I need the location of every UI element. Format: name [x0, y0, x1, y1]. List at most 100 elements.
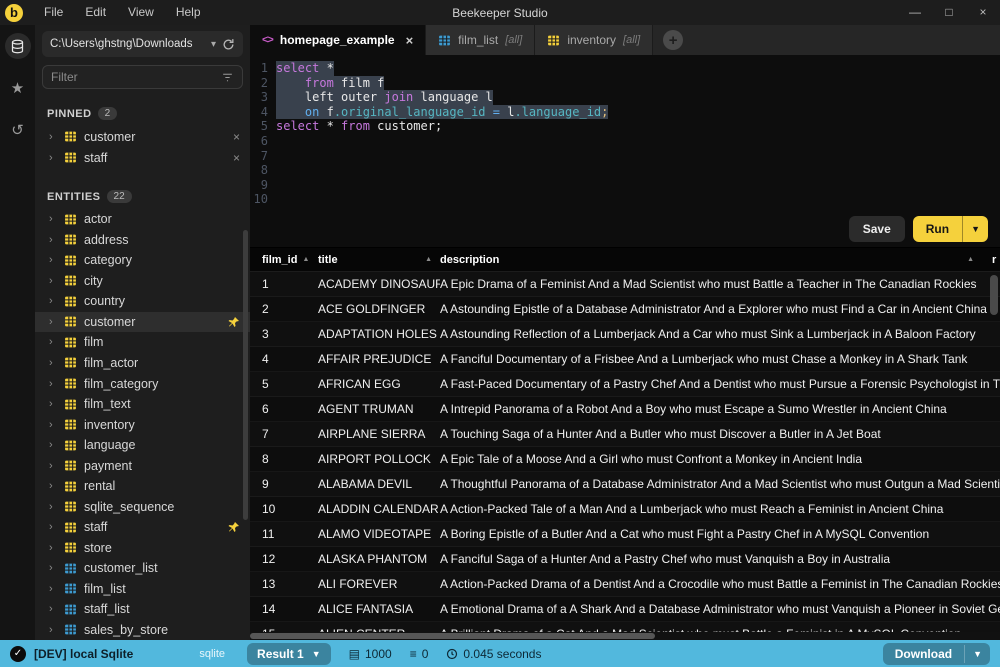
editor-line-6[interactable]: 6 — [250, 134, 1000, 149]
entity-item-sales_by_store[interactable]: ›sales_by_store — [35, 620, 250, 640]
cell-film-id[interactable]: 11 — [250, 527, 318, 541]
table-row[interactable]: 15ALIEN CENTERA Brilliant Drama of a Cat… — [250, 622, 1000, 632]
cell-title[interactable]: AFFAIR PREJUDICE — [318, 352, 440, 366]
cell-description[interactable]: A Touching Saga of a Hunter And a Butler… — [440, 427, 1000, 441]
column-header-next-truncated[interactable]: r — [992, 254, 1000, 266]
cell-description[interactable]: A Boring Epistle of a Butler And a Cat w… — [440, 527, 1000, 541]
table-row[interactable]: 3ADAPTATION HOLESA Astounding Reflection… — [250, 322, 1000, 347]
cell-title[interactable]: AIRPLANE SIERRA — [318, 427, 440, 441]
cell-description[interactable]: A Epic Drama of a Feminist And a Mad Sci… — [440, 277, 1000, 291]
column-header-title[interactable]: title ▲ — [318, 254, 440, 266]
cell-description[interactable]: A Fast-Paced Documentary of a Pastry Che… — [440, 377, 1000, 391]
pinned-item-customer[interactable]: ›customer× — [35, 126, 250, 147]
cell-film-id[interactable]: 10 — [250, 502, 318, 516]
cell-film-id[interactable]: 8 — [250, 452, 318, 466]
refresh-button[interactable] — [222, 38, 235, 51]
results-rows[interactable]: 1ACADEMY DINOSAURA Epic Drama of a Femin… — [250, 272, 1000, 632]
sql-code[interactable]: 1select *2 from film f3 left outer join … — [250, 55, 1000, 211]
editor-line-8[interactable]: 8 — [250, 163, 1000, 178]
download-options-button[interactable]: ▼ — [964, 645, 990, 663]
editor-line-1[interactable]: 1select * — [250, 61, 1000, 76]
table-row[interactable]: 13ALI FOREVERA Action-Packed Drama of a … — [250, 572, 1000, 597]
table-row[interactable]: 11ALAMO VIDEOTAPEA Boring Epistle of a B… — [250, 522, 1000, 547]
cell-title[interactable]: ALASKA PHANTOM — [318, 552, 440, 566]
entity-item-film[interactable]: ›film — [35, 332, 250, 353]
horizontal-scrollbar-thumb[interactable] — [250, 633, 655, 639]
entity-filter[interactable] — [42, 65, 243, 89]
editor-line-3[interactable]: 3 left outer join language l — [250, 90, 1000, 105]
result-selector[interactable]: Result 1 ▼ — [247, 643, 331, 665]
tab-film_list[interactable]: film_list[all] — [426, 25, 535, 55]
cell-title[interactable]: ALI FOREVER — [318, 577, 440, 591]
history-nav-button[interactable]: ↺ — [5, 117, 31, 143]
entity-item-sqlite_sequence[interactable]: ›sqlite_sequence — [35, 496, 250, 517]
cell-film-id[interactable]: 12 — [250, 552, 318, 566]
table-row[interactable]: 12ALASKA PHANTOMA Fanciful Saga of a Hun… — [250, 547, 1000, 572]
table-row[interactable]: 14ALICE FANTASIAA Emotional Drama of a A… — [250, 597, 1000, 622]
cell-film-id[interactable]: 3 — [250, 327, 318, 341]
menu-view[interactable]: View — [117, 0, 165, 25]
entity-item-inventory[interactable]: ›inventory — [35, 414, 250, 435]
run-options-button[interactable]: ▼ — [962, 216, 988, 242]
sql-editor[interactable]: 1select *2 from film f3 left outer join … — [250, 55, 1000, 248]
entity-filter-input[interactable] — [51, 70, 221, 84]
cell-title[interactable]: AGENT TRUMAN — [318, 402, 440, 416]
entity-item-country[interactable]: ›country — [35, 291, 250, 312]
entity-item-language[interactable]: ›language — [35, 435, 250, 456]
minimize-button[interactable]: — — [898, 0, 932, 25]
table-row[interactable]: 6AGENT TRUMANA Intrepid Panorama of a Ro… — [250, 397, 1000, 422]
cell-description[interactable]: A Intrepid Panorama of a Robot And a Boy… — [440, 402, 1000, 416]
cell-film-id[interactable]: 4 — [250, 352, 318, 366]
cell-title[interactable]: ADAPTATION HOLES — [318, 327, 440, 341]
entity-item-payment[interactable]: ›payment — [35, 455, 250, 476]
favorites-nav-button[interactable]: ★ — [5, 75, 31, 101]
cell-description[interactable]: A Astounding Epistle of a Database Admin… — [440, 302, 1000, 316]
menu-file[interactable]: File — [33, 0, 74, 25]
cell-description[interactable]: A Astounding Reflection of a Lumberjack … — [440, 327, 1000, 341]
menu-help[interactable]: Help — [165, 0, 212, 25]
entities-section-header[interactable]: ENTITIES 22 — [35, 182, 250, 209]
save-button[interactable]: Save — [849, 216, 905, 242]
editor-line-7[interactable]: 7 — [250, 149, 1000, 164]
table-row[interactable]: 2ACE GOLDFINGERA Astounding Epistle of a… — [250, 297, 1000, 322]
tab-homepage_example[interactable]: <>homepage_example× — [250, 25, 426, 55]
cell-title[interactable]: ALAMO VIDEOTAPE — [318, 527, 440, 541]
table-row[interactable]: 5AFRICAN EGGA Fast-Paced Documentary of … — [250, 372, 1000, 397]
cell-description[interactable]: A Thoughtful Panorama of a Database Admi… — [440, 477, 1000, 491]
table-row[interactable]: 8AIRPORT POLLOCKA Epic Tale of a Moose A… — [250, 447, 1000, 472]
entity-item-address[interactable]: ›address — [35, 230, 250, 251]
entity-item-store[interactable]: ›store — [35, 538, 250, 559]
cell-film-id[interactable]: 1 — [250, 277, 318, 291]
unpin-icon[interactable]: × — [233, 130, 240, 144]
entity-item-film_text[interactable]: ›film_text — [35, 394, 250, 415]
table-row[interactable]: 1ACADEMY DINOSAURA Epic Drama of a Femin… — [250, 272, 1000, 297]
run-button[interactable]: Run — [913, 216, 962, 242]
cell-description[interactable]: A Action-Packed Tale of a Man And a Lumb… — [440, 502, 1000, 516]
pinned-item-staff[interactable]: ›staff× — [35, 147, 250, 168]
editor-line-10[interactable]: 10 — [250, 192, 1000, 207]
vertical-scrollbar-thumb[interactable] — [990, 275, 998, 315]
cell-film-id[interactable]: 2 — [250, 302, 318, 316]
editor-line-4[interactable]: 4 on f.original_language_id = l.language… — [250, 105, 1000, 120]
entity-item-city[interactable]: ›city — [35, 271, 250, 292]
cell-film-id[interactable]: 9 — [250, 477, 318, 491]
cell-description[interactable]: A Emotional Drama of a A Shark And a Dat… — [440, 602, 1000, 616]
cell-title[interactable]: AFRICAN EGG — [318, 377, 440, 391]
cell-description[interactable]: A Epic Tale of a Moose And a Girl who mu… — [440, 452, 1000, 466]
download-button[interactable]: Download — [883, 643, 964, 665]
cell-film-id[interactable]: 7 — [250, 427, 318, 441]
entity-item-film_actor[interactable]: ›film_actor — [35, 353, 250, 374]
database-nav-button[interactable] — [5, 33, 31, 59]
column-header-film-id[interactable]: film_id ▲ — [250, 254, 318, 266]
cell-title[interactable]: AIRPORT POLLOCK — [318, 452, 440, 466]
editor-line-5[interactable]: 5select * from customer; — [250, 119, 1000, 134]
menu-edit[interactable]: Edit — [74, 0, 117, 25]
entity-item-staff_list[interactable]: ›staff_list — [35, 599, 250, 620]
sidebar-scrollbar[interactable] — [243, 230, 248, 520]
cell-title[interactable]: ALICE FANTASIA — [318, 602, 440, 616]
cell-film-id[interactable]: 13 — [250, 577, 318, 591]
cell-film-id[interactable]: 6 — [250, 402, 318, 416]
entity-item-rental[interactable]: ›rental — [35, 476, 250, 497]
table-row[interactable]: 4AFFAIR PREJUDICEA Fanciful Documentary … — [250, 347, 1000, 372]
cell-title[interactable]: ALADDIN CALENDAR — [318, 502, 440, 516]
